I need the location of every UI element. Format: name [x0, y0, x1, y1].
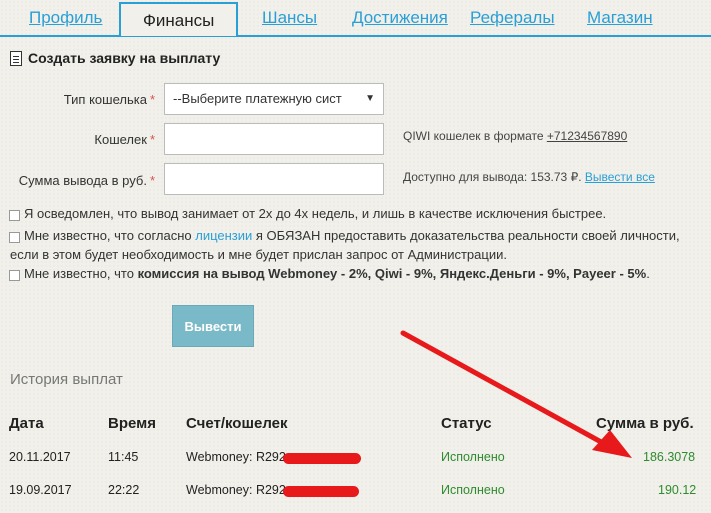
annotation-arrow: [400, 330, 632, 458]
